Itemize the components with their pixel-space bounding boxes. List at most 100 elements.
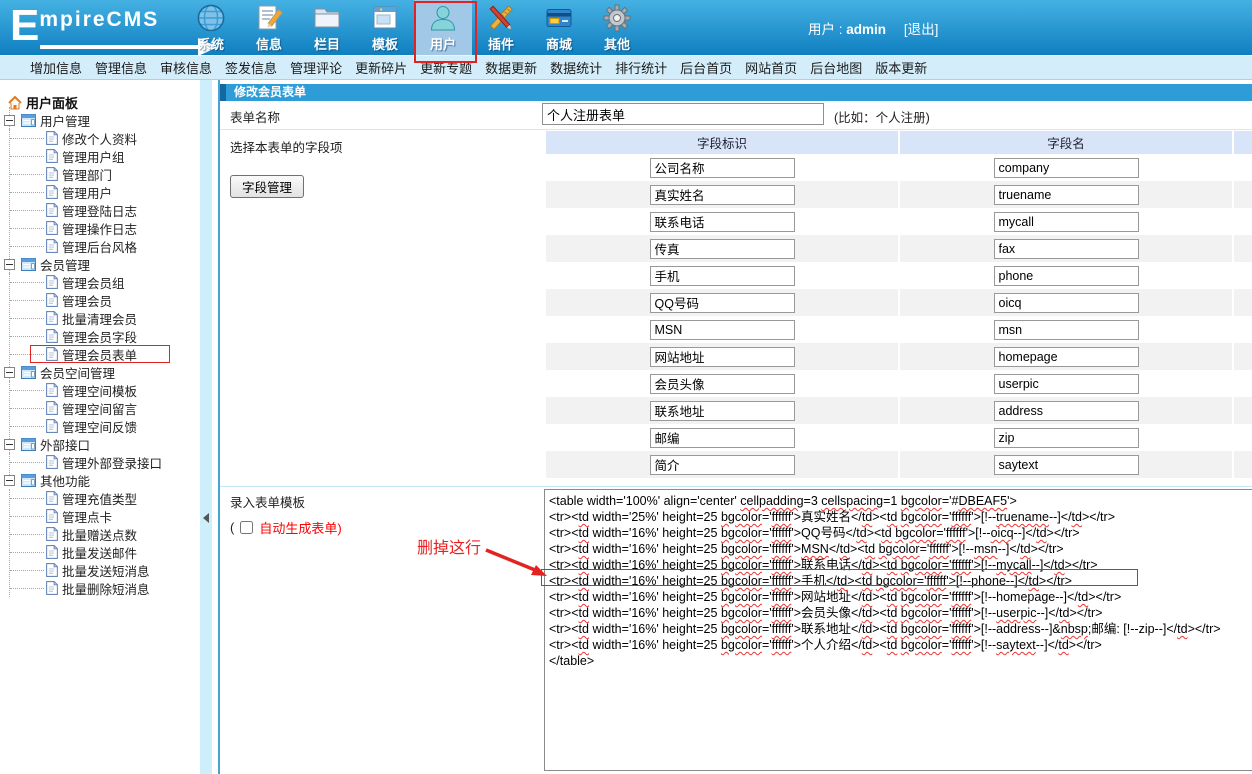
sidebar-item-管理点卡[interactable]: 管理点卡: [10, 507, 200, 525]
sidebar-section-4[interactable]: 外部接口: [0, 435, 200, 453]
field-label-input-11[interactable]: [650, 428, 795, 448]
sidebar-item-修改个人资料[interactable]: 修改个人资料: [10, 129, 200, 147]
sidebar-section-5[interactable]: 其他功能: [0, 471, 200, 489]
collapse-box-icon[interactable]: [4, 115, 15, 126]
sidebar-item-管理外部登录接口[interactable]: 管理外部登录接口: [10, 453, 200, 471]
autogen-option: ( 自动生成表单): [230, 518, 342, 537]
field-label-input-4[interactable]: [650, 239, 795, 259]
sidebar-item-管理空间反馈[interactable]: 管理空间反馈: [10, 417, 200, 435]
collapse-box-icon[interactable]: [4, 259, 15, 270]
sidebar-item-管理部门[interactable]: 管理部门: [10, 165, 200, 183]
collapse-box-icon[interactable]: [4, 475, 15, 486]
sidebar-item-批量发送短消息[interactable]: 批量发送短消息: [10, 561, 200, 579]
field-label-input-9[interactable]: [650, 374, 795, 394]
sidebar-item-批量赠送点数[interactable]: 批量赠送点数: [10, 525, 200, 543]
page-icon: [46, 455, 58, 469]
toolbar-link-1[interactable]: 增加信息: [30, 58, 82, 77]
page-icon: [46, 545, 58, 559]
column-folder-icon: [312, 3, 342, 33]
field-label-input-10[interactable]: [650, 401, 795, 421]
field-label-input-8[interactable]: [650, 347, 795, 367]
field-name-input-2[interactable]: [994, 185, 1139, 205]
toolbar-link-7[interactable]: 更新专题: [420, 58, 472, 77]
nav-item-5[interactable]: 用户: [414, 0, 472, 55]
toolbar-link-12[interactable]: 网站首页: [745, 58, 797, 77]
field-label-input-7[interactable]: [650, 320, 795, 340]
sidebar-item-批量清理会员[interactable]: 批量清理会员: [10, 309, 200, 327]
code-line-4: <tr><td width='16%' height=25 bgcolor='f…: [549, 541, 1252, 557]
nav-item-4[interactable]: 模板: [356, 0, 414, 55]
nav-item-1[interactable]: 系统: [182, 0, 240, 55]
toolbar-link-14[interactable]: 版本更新: [875, 58, 927, 77]
sidebar-item-管理空间留言[interactable]: 管理空间留言: [10, 399, 200, 417]
sidebar-item-管理会员字段[interactable]: 管理会员字段: [10, 327, 200, 345]
sidebar-collapse-icon[interactable]: [203, 513, 209, 523]
toolbar-link-10[interactable]: 排行统计: [615, 58, 667, 77]
field-name-input-10[interactable]: [994, 401, 1139, 421]
logout-link[interactable]: [退出]: [904, 22, 939, 37]
field-name-input-1[interactable]: [994, 158, 1139, 178]
toolbar-link-4[interactable]: 签发信息: [225, 58, 277, 77]
field-label-input-3[interactable]: [650, 212, 795, 232]
field-name-input-8[interactable]: [994, 347, 1139, 367]
field-name-input-4[interactable]: [994, 239, 1139, 259]
field-name-input-7[interactable]: [994, 320, 1139, 340]
sidebar-item-批量删除短消息[interactable]: 批量删除短消息: [10, 579, 200, 597]
sidebar-title-label: 用户面板: [26, 93, 78, 112]
sidebar-item-管理用户组[interactable]: 管理用户组: [10, 147, 200, 165]
field-label-input-2[interactable]: [650, 185, 795, 205]
sidebar-section-1[interactable]: 用户管理: [0, 111, 200, 129]
collapse-box-icon[interactable]: [4, 439, 15, 450]
toolbar-link-13[interactable]: 后台地图: [810, 58, 862, 77]
autogen-checkbox[interactable]: [240, 521, 253, 534]
sidebar-item-label: 管理后台风格: [62, 237, 137, 256]
toolbar-link-6[interactable]: 更新碎片: [355, 58, 407, 77]
sidebar-item-管理会员组[interactable]: 管理会员组: [10, 273, 200, 291]
sidebar-item-管理登陆日志[interactable]: 管理登陆日志: [10, 201, 200, 219]
page-title: 修改会员表单: [220, 84, 1252, 101]
sidebar-item-管理操作日志[interactable]: 管理操作日志: [10, 219, 200, 237]
nav-item-6[interactable]: 插件: [472, 0, 530, 55]
sidebar-item-管理会员[interactable]: 管理会员: [10, 291, 200, 309]
sidebar-item-label: 管理用户组: [62, 147, 125, 166]
field-name-input-6[interactable]: [994, 293, 1139, 313]
code-line-3: <tr><td width='16%' height=25 bgcolor='f…: [549, 525, 1252, 541]
field-name-input-12[interactable]: [994, 455, 1139, 475]
toolbar-link-11[interactable]: 后台首页: [680, 58, 732, 77]
collapse-box-icon[interactable]: [4, 367, 15, 378]
toolbar-link-9[interactable]: 数据统计: [550, 58, 602, 77]
toolbar-link-8[interactable]: 数据更新: [485, 58, 537, 77]
toolbar-link-5[interactable]: 管理评论: [290, 58, 342, 77]
nav-item-2[interactable]: 信息: [240, 0, 298, 55]
nav-item-3[interactable]: 栏目: [298, 0, 356, 55]
field-name-input-3[interactable]: [994, 212, 1139, 232]
field-label-input-1[interactable]: [650, 158, 795, 178]
sidebar-item-管理后台风格[interactable]: 管理后台风格: [10, 237, 200, 255]
nav-item-8[interactable]: 其他: [588, 0, 646, 55]
field-label-input-6[interactable]: [650, 293, 795, 313]
field-label-input-12[interactable]: [650, 455, 795, 475]
field-name-input-11[interactable]: [994, 428, 1139, 448]
nav-item-7[interactable]: 商城: [530, 0, 588, 55]
page-icon: [46, 131, 58, 145]
toolbar-link-3[interactable]: 审核信息: [160, 58, 212, 77]
sidebar-item-label: 批量清理会员: [62, 309, 137, 328]
sidebar-item-管理充值类型[interactable]: 管理充值类型: [10, 489, 200, 507]
sidebar-item-管理会员表单[interactable]: 管理会员表单: [10, 345, 200, 363]
folder-panel-icon: [21, 258, 36, 271]
form-name-input[interactable]: [542, 103, 824, 125]
manage-fields-button[interactable]: 字段管理: [230, 175, 304, 198]
sidebar-section-3[interactable]: 会员空间管理: [0, 363, 200, 381]
sidebar: 用户面板 用户管理修改个人资料管理用户组管理部门管理用户管理登陆日志管理操作日志…: [0, 80, 200, 774]
fields-label: 选择本表单的字段项: [230, 137, 343, 156]
template-code-textarea[interactable]: <table width='100%' align='center' cellp…: [544, 489, 1252, 771]
sidebar-item-管理用户[interactable]: 管理用户: [10, 183, 200, 201]
field-label-input-5[interactable]: [650, 266, 795, 286]
sidebar-item-批量发送邮件[interactable]: 批量发送邮件: [10, 543, 200, 561]
toolbar-link-2[interactable]: 管理信息: [95, 58, 147, 77]
field-name-input-5[interactable]: [994, 266, 1139, 286]
sidebar-section-2[interactable]: 会员管理: [0, 255, 200, 273]
sidebar-item-管理空间模板[interactable]: 管理空间模板: [10, 381, 200, 399]
field-name-input-9[interactable]: [994, 374, 1139, 394]
sidebar-scroll-strip[interactable]: [200, 80, 212, 774]
